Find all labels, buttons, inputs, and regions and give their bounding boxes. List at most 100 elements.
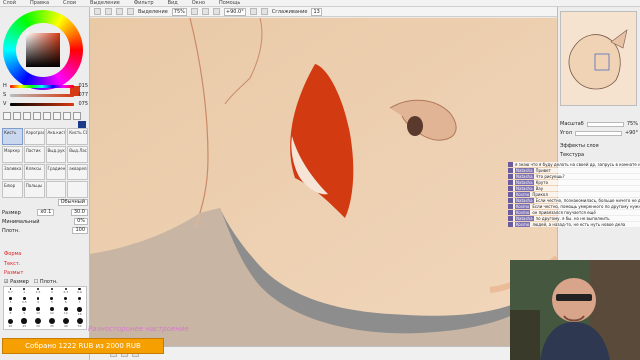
tool-button[interactable]: Выд.Ласс bbox=[67, 145, 88, 163]
rotate-right-icon[interactable] bbox=[249, 8, 257, 15]
chat-message: Kosmo Если честно, помощь умеренного по д… bbox=[508, 204, 640, 209]
rect-select-icon[interactable] bbox=[43, 112, 51, 120]
tool-button[interactable]: Заливка bbox=[2, 163, 23, 181]
brush-size-preset[interactable]: 2.6 bbox=[73, 287, 86, 295]
density-field[interactable]: 100 bbox=[72, 227, 88, 234]
saturation-slider[interactable]: S 077 bbox=[3, 92, 88, 98]
brush-size-label: 35 bbox=[49, 324, 54, 329]
rotation-field[interactable]: +90.0° bbox=[223, 7, 246, 16]
menu-item[interactable]: Вид bbox=[168, 0, 178, 6]
chat-text: по другому. я бы. но не выполнить bbox=[535, 216, 610, 221]
brush-size-preset[interactable]: 8 bbox=[4, 306, 17, 316]
brush-size-preset[interactable]: 50 bbox=[73, 317, 86, 329]
zoom-field[interactable]: 75% bbox=[171, 7, 187, 16]
magic-wand-icon[interactable] bbox=[63, 112, 71, 120]
brush-size-preset[interactable]: 14 bbox=[59, 306, 72, 316]
tool-button[interactable]: Акв.кисть bbox=[45, 128, 67, 145]
saturation-value-square[interactable] bbox=[26, 33, 60, 67]
brush-size-preset[interactable]: 9 bbox=[18, 306, 31, 316]
tool-button[interactable]: Аэрограф bbox=[23, 128, 45, 145]
menu-item[interactable]: Выделение bbox=[90, 0, 120, 6]
redo-icon[interactable] bbox=[105, 8, 112, 15]
menu-item[interactable]: Помощь bbox=[219, 0, 240, 6]
density-check[interactable]: ☐ Плотн. bbox=[34, 279, 58, 285]
brush-size-preset[interactable]: 1 bbox=[18, 287, 31, 295]
brush-size-preset[interactable]: 5 bbox=[45, 296, 58, 305]
menu-bar: Слой Правка Слои Выделение Фильтр Вид Окно Помо… bbox=[0, 0, 640, 7]
value-slider[interactable]: V 075 bbox=[3, 101, 88, 107]
brush-size-preset[interactable]: 2.3 bbox=[59, 287, 72, 295]
brush-size-preset[interactable]: 7 bbox=[73, 296, 86, 305]
undo-icon[interactable] bbox=[94, 8, 101, 15]
angle-row: Угол +90° bbox=[560, 130, 638, 136]
brush-size-preset[interactable]: 25 bbox=[18, 317, 31, 329]
rotate-icon[interactable] bbox=[23, 112, 31, 120]
hue-slider[interactable]: H 015 bbox=[3, 83, 88, 89]
brush-size-preset[interactable]: 6 bbox=[59, 296, 72, 305]
brush-size-preset[interactable]: 16 bbox=[73, 306, 86, 316]
section-blur[interactable]: Размыт bbox=[4, 270, 23, 276]
brush-size-preset[interactable]: 12 bbox=[45, 306, 58, 316]
size-check[interactable]: ☑ Размер bbox=[4, 279, 29, 285]
brush-size-label: 30 bbox=[36, 324, 40, 329]
tool-button[interactable]: Кисть bbox=[2, 128, 23, 145]
brush-size-preset[interactable]: 10 bbox=[32, 306, 45, 316]
section-shape[interactable]: Форма bbox=[4, 251, 21, 257]
invert-selection-icon[interactable] bbox=[127, 8, 134, 15]
brush-size-preset[interactable]: 0.7 bbox=[4, 287, 17, 295]
brush-size-preset[interactable]: 3 bbox=[4, 296, 17, 305]
drawing-canvas[interactable] bbox=[90, 18, 557, 346]
section-texture[interactable]: Текст. bbox=[4, 261, 20, 267]
chat-badge-icon bbox=[508, 174, 513, 179]
deselect-icon[interactable] bbox=[116, 8, 123, 15]
chat-text: людей, а назад-то, не есть нуть новое де… bbox=[532, 222, 626, 227]
chat-nickname: Kosmo bbox=[515, 222, 531, 227]
tool-button[interactable]: Пальцы bbox=[23, 181, 45, 198]
min-size-field[interactable]: 0% bbox=[74, 218, 88, 225]
brush-size-preset[interactable]: 1.5 bbox=[32, 287, 45, 295]
size-row: Размер x0.1 30.0 bbox=[2, 209, 88, 216]
zoom-icon[interactable] bbox=[13, 112, 21, 120]
layer-effects-header[interactable]: Эффекты слоя bbox=[560, 143, 638, 149]
tool-button[interactable] bbox=[67, 181, 88, 198]
brush-size-preset[interactable]: 20 bbox=[4, 317, 17, 329]
tool-button[interactable]: Градиент bbox=[45, 163, 67, 181]
brush-size-label: 7 bbox=[78, 300, 81, 305]
hand-icon[interactable] bbox=[33, 112, 41, 120]
navigator-preview[interactable] bbox=[560, 11, 637, 106]
size-field[interactable]: 30.0 bbox=[70, 209, 88, 216]
move-icon[interactable] bbox=[3, 112, 11, 120]
brush-size-preset[interactable]: 3.5 bbox=[18, 296, 31, 305]
brush-size-label: 1 bbox=[23, 289, 26, 294]
chat-nickname: Kosmo bbox=[515, 204, 531, 209]
menu-item[interactable]: Окно bbox=[192, 0, 205, 6]
menu-item[interactable]: Фильтр bbox=[134, 0, 154, 6]
brush-size-label: 1.5 bbox=[35, 290, 41, 295]
brush-size-preset[interactable]: 40 bbox=[59, 317, 72, 329]
brush-size-preset[interactable]: 2 bbox=[45, 287, 58, 295]
tool-button[interactable]: Выд.рука bbox=[45, 145, 67, 163]
brush-size-preset[interactable]: 4 bbox=[32, 296, 45, 305]
size-multiplier[interactable]: x0.1 bbox=[37, 209, 55, 216]
tool-button[interactable]: Кляксы bbox=[23, 163, 45, 181]
tool-button[interactable]: Блюр bbox=[2, 181, 23, 198]
lasso-icon[interactable] bbox=[53, 112, 61, 120]
texture-header[interactable]: Текстура bbox=[560, 152, 638, 158]
eyedropper-icon[interactable] bbox=[73, 112, 81, 120]
brush-size-preset[interactable]: 30 bbox=[32, 317, 45, 329]
tool-button[interactable]: Кисть СС bbox=[67, 128, 88, 145]
zoom-in-icon[interactable] bbox=[190, 8, 198, 15]
flip-icon[interactable] bbox=[260, 8, 268, 15]
menu-item[interactable]: Правка bbox=[30, 0, 49, 6]
tool-button[interactable]: Маркер bbox=[2, 145, 23, 163]
tool-button[interactable]: акварель bbox=[67, 163, 88, 181]
smoothing-field[interactable]: 13 bbox=[311, 7, 322, 16]
brush-size-preset[interactable]: 35 bbox=[45, 317, 58, 329]
tool-button[interactable]: Ластик bbox=[23, 145, 45, 163]
tool-button[interactable] bbox=[45, 181, 67, 198]
menu-item[interactable]: Слои bbox=[63, 0, 76, 6]
zoom-out-icon[interactable] bbox=[201, 8, 209, 15]
menu-item[interactable]: Слой bbox=[3, 0, 16, 6]
rotate-left-icon[interactable] bbox=[212, 8, 220, 15]
blend-mode-select[interactable]: Обычный bbox=[57, 199, 88, 206]
